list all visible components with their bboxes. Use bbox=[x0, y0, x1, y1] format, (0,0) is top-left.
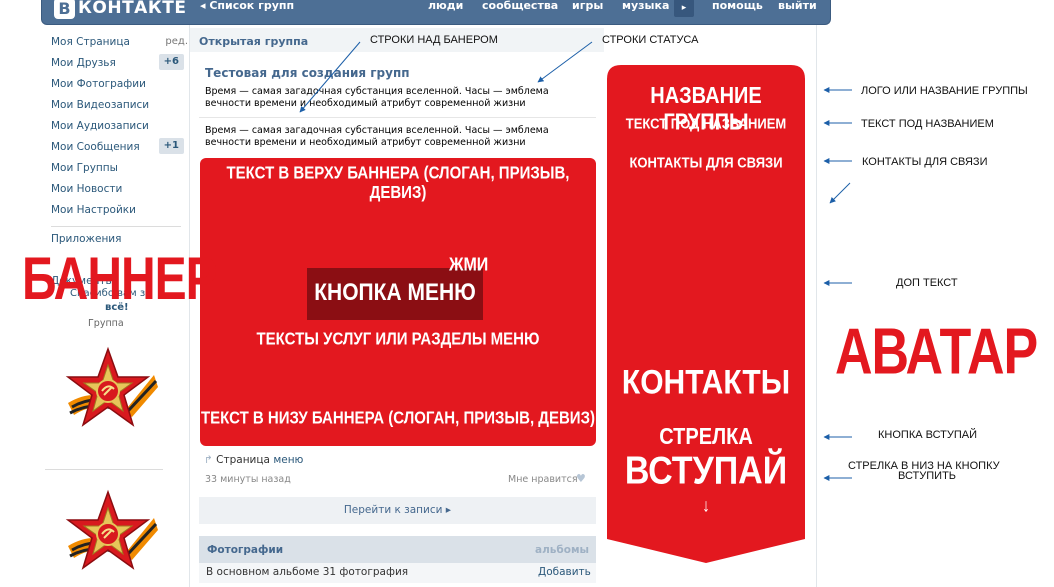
annotation-status-lines: СТРОКИ СТАТУСА bbox=[602, 34, 699, 46]
annotation-arrow-2: ВСТУПИТЬ bbox=[898, 470, 957, 482]
annotation-under-name: ТЕКСТ ПОД НАЗВАНИЕМ bbox=[861, 118, 994, 130]
annotation-above-banner: СТРОКИ НАД БАНЕРОМ bbox=[370, 34, 498, 46]
annotation-extra-text: ДОП ТЕКСТ bbox=[896, 277, 958, 289]
annotation-logo: ЛОГО ИЛИ НАЗВАНИЕ ГРУППЫ bbox=[861, 85, 1028, 97]
annotation-banner-title: БАННЕР bbox=[22, 246, 218, 313]
annotation-join-button: КНОПКА ВСТУПАЙ bbox=[878, 429, 978, 441]
annotation-contacts: КОНТАКТЫ ДЛЯ СВЯЗИ bbox=[862, 156, 988, 168]
annotation-avatar-title: АВАТАР bbox=[835, 315, 1038, 389]
